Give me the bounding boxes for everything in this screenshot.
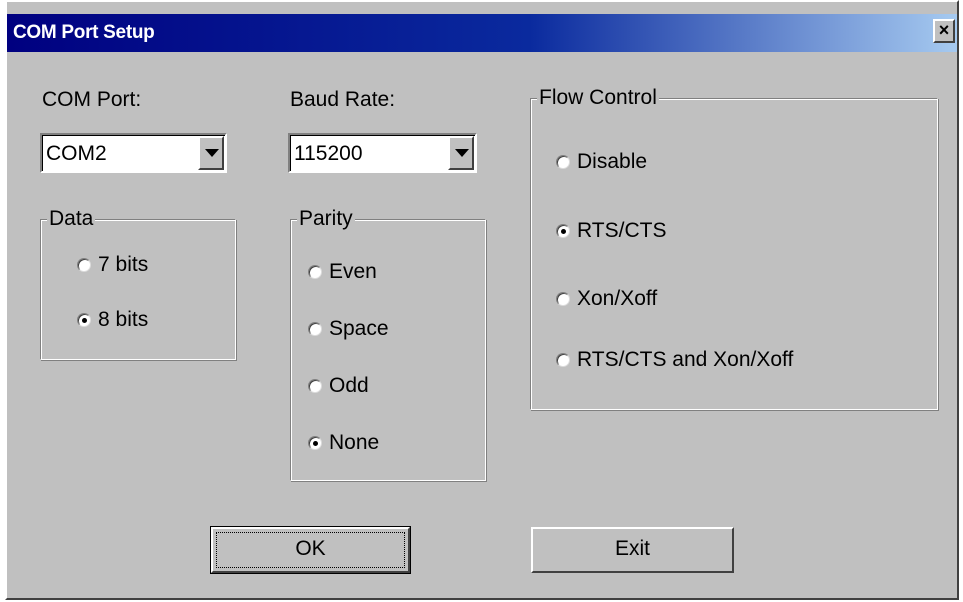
com-port-select[interactable]: COM2 (40, 133, 227, 173)
baud-rate-select[interactable]: 115200 (288, 133, 477, 173)
ok-button[interactable]: OK (210, 526, 411, 574)
flow-disable-label: Disable (577, 150, 648, 173)
chevron-down-icon (455, 149, 469, 157)
parity-odd-label: Odd (329, 374, 369, 397)
close-button[interactable]: × (933, 19, 955, 43)
radio-icon (77, 258, 91, 272)
parity-space-label: Space (329, 317, 389, 340)
exit-button-label: Exit (614, 537, 650, 560)
com-port-label: COM Port: (42, 88, 142, 111)
parity-group: Parity Even Space Odd None (290, 207, 486, 481)
parity-none-radio[interactable]: None (308, 431, 379, 455)
exit-button[interactable]: Exit (531, 527, 734, 573)
radio-icon (556, 292, 570, 306)
com-port-setup-dialog: COM Port Setup × COM Port: COM2 Baud Rat… (5, 0, 959, 600)
data-7bits-radio[interactable]: 7 bits (77, 253, 148, 277)
data-8bits-radio[interactable]: 8 bits (77, 308, 148, 332)
radio-icon (556, 353, 570, 367)
parity-even-label: Even (329, 260, 377, 283)
radio-icon (308, 322, 322, 336)
radio-icon (308, 265, 322, 279)
flow-control-group: Flow Control Disable RTS/CTS Xon/Xoff RT… (530, 86, 938, 410)
flow-rtscts-xonxoff-radio[interactable]: RTS/CTS and Xon/Xoff (556, 348, 793, 372)
window-title: COM Port Setup (13, 22, 155, 43)
flow-rtscts-radio[interactable]: RTS/CTS (556, 219, 666, 243)
radio-checked-icon (77, 313, 91, 327)
radio-icon (308, 379, 322, 393)
flow-rtscts-xonxoff-label: RTS/CTS and Xon/Xoff (577, 348, 794, 371)
flow-control-group-title: Flow Control (537, 86, 659, 110)
baud-rate-value: 115200 (294, 142, 363, 165)
com-port-value: COM2 (46, 142, 107, 165)
flow-rtscts-label: RTS/CTS (577, 219, 667, 242)
data-group-title: Data (47, 207, 96, 231)
radio-icon (556, 155, 570, 169)
close-icon: × (938, 20, 950, 40)
baud-rate-label: Baud Rate: (290, 88, 396, 111)
parity-odd-radio[interactable]: Odd (308, 374, 369, 398)
parity-even-radio[interactable]: Even (308, 260, 377, 284)
parity-group-title: Parity (297, 207, 355, 231)
data-7bits-label: 7 bits (98, 253, 149, 276)
chevron-down-icon (205, 149, 219, 157)
title-bar[interactable]: COM Port Setup × (7, 14, 957, 52)
parity-none-label: None (329, 431, 380, 454)
baud-rate-dropdown-button[interactable] (448, 136, 474, 170)
flow-disable-radio[interactable]: Disable (556, 150, 647, 174)
parity-space-radio[interactable]: Space (308, 317, 389, 341)
data-group: Data 7 bits 8 bits (40, 207, 236, 360)
radio-checked-icon (556, 224, 570, 238)
data-8bits-label: 8 bits (98, 308, 149, 331)
flow-xonxoff-radio[interactable]: Xon/Xoff (556, 287, 657, 311)
radio-checked-icon (308, 436, 322, 450)
flow-xonxoff-label: Xon/Xoff (577, 287, 658, 310)
com-port-dropdown-button[interactable] (198, 136, 224, 170)
focus-rectangle (216, 532, 405, 568)
